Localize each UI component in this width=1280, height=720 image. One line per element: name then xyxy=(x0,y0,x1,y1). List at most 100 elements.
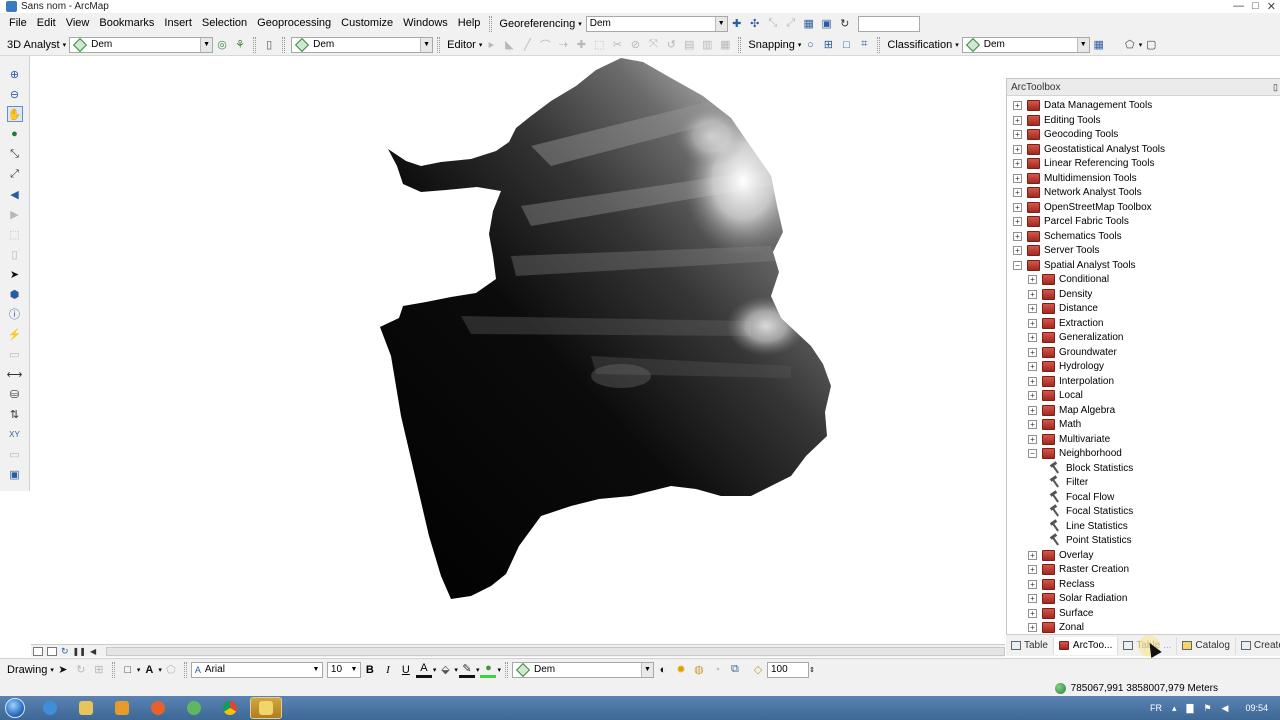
line-color-icon[interactable]: ✎ xyxy=(458,662,475,678)
menu-insert[interactable]: Insert xyxy=(159,13,197,34)
minimize-button[interactable]: — xyxy=(1233,0,1244,13)
identify-icon[interactable]: ⬢ xyxy=(7,286,23,302)
font-size-combo[interactable]: 10 ▼ xyxy=(326,661,361,678)
menu-geoprocessing[interactable]: Geoprocessing xyxy=(252,13,336,34)
rotate-tool-icon[interactable]: ↺ xyxy=(663,37,679,53)
dropdown-arrow-icon[interactable]: ▾ xyxy=(63,41,67,49)
full-extent-icon[interactable]: ● xyxy=(7,126,23,142)
toolbox-item[interactable]: + Multidimension Tools xyxy=(1013,171,1137,185)
scale-icon[interactable]: ⤢ xyxy=(783,16,799,32)
toolbox-item[interactable]: + Schematics Tools xyxy=(1013,229,1122,243)
dropdown-arrow-icon[interactable]: ▾ xyxy=(1139,41,1143,49)
tool-item[interactable]: Filter xyxy=(1043,475,1088,489)
tab-catalog[interactable]: Catalog xyxy=(1177,636,1236,655)
dropdown-arrow-icon[interactable]: ▾ xyxy=(578,20,582,28)
georeferencing-menu[interactable]: Georeferencing xyxy=(496,18,578,30)
expand-icon[interactable]: + xyxy=(1013,245,1022,255)
find-route-icon[interactable]: ⇅ xyxy=(7,406,23,422)
trace-icon[interactable]: ⇢ xyxy=(555,37,571,53)
expand-icon[interactable]: + xyxy=(1028,332,1037,342)
close-button[interactable]: ✕ xyxy=(1267,0,1276,13)
steepest-path-icon[interactable]: ⚘ xyxy=(232,37,248,53)
collapse-icon[interactable]: − xyxy=(1028,448,1037,458)
chevron-down-icon[interactable]: ▼ xyxy=(347,662,360,677)
chevron-down-icon[interactable]: ▼ xyxy=(1076,37,1089,52)
toolset-item[interactable]: + Local xyxy=(1028,388,1083,402)
dropdown-arrow-icon[interactable]: ▾ xyxy=(433,666,437,674)
expand-icon[interactable]: + xyxy=(1013,216,1022,226)
tool-item[interactable]: Point Statistics xyxy=(1043,533,1132,547)
add-control-points-icon[interactable]: ✚ xyxy=(729,16,745,32)
toolset-item[interactable]: + Density xyxy=(1028,287,1092,301)
vertex-snapping-icon[interactable]: □ xyxy=(838,37,854,53)
expand-icon[interactable]: + xyxy=(1013,202,1022,212)
layer-combo-2[interactable]: Dem ▼ xyxy=(291,36,434,53)
toolset-item[interactable]: + Math xyxy=(1028,417,1081,431)
clear-selection-icon[interactable]: ▯ xyxy=(7,246,23,262)
font-color-icon[interactable]: A xyxy=(415,662,432,678)
toolbox-item[interactable]: + Geostatistical Analyst Tools xyxy=(1013,142,1165,156)
zoom-in-icon[interactable]: ⊕ xyxy=(7,66,23,82)
expand-icon[interactable]: + xyxy=(1013,115,1022,125)
rotate-element-icon[interactable]: ↻ xyxy=(73,662,89,678)
reshape-icon[interactable]: ✂ xyxy=(609,37,625,53)
move-control-points-icon[interactable]: ✣ xyxy=(747,16,763,32)
taskbar-chrome[interactable] xyxy=(214,697,246,719)
expand-icon[interactable]: + xyxy=(1028,390,1037,400)
expand-icon[interactable]: + xyxy=(1013,100,1022,110)
toolbar-grip[interactable] xyxy=(437,36,441,53)
end-snapping-icon[interactable]: ⊞ xyxy=(820,37,836,53)
toolset-item[interactable]: + Map Algebra xyxy=(1028,403,1115,417)
expand-icon[interactable]: + xyxy=(1028,608,1037,618)
edit-vertices-icon[interactable]: ⬠ xyxy=(163,662,179,678)
attributes-icon[interactable]: ▤ xyxy=(681,37,697,53)
select-elements-icon[interactable]: ➤ xyxy=(55,662,71,678)
expand-icon[interactable]: + xyxy=(1028,564,1037,574)
taskbar-firefox[interactable] xyxy=(142,697,174,719)
tool-item[interactable]: Line Statistics xyxy=(1043,519,1128,533)
split-icon[interactable]: ⤧ xyxy=(645,37,661,53)
dropdown-arrow-icon[interactable]: ▾ xyxy=(955,41,959,49)
html-popup-icon[interactable]: ▭ xyxy=(7,346,23,362)
language-indicator[interactable]: FR xyxy=(1150,703,1162,713)
go-to-xy-icon[interactable]: XY xyxy=(7,426,23,442)
more-icon[interactable]: ▢ xyxy=(1143,37,1159,53)
toolset-item[interactable]: + Interpolation xyxy=(1028,374,1114,388)
font-combo[interactable]: A Arial ▼ xyxy=(190,661,323,678)
expand-icon[interactable]: + xyxy=(1013,231,1022,241)
collapse-icon[interactable]: − xyxy=(1013,260,1022,270)
menu-customize[interactable]: Customize xyxy=(336,13,398,34)
spinner-icon[interactable]: ⇕ xyxy=(809,666,815,674)
expand-icon[interactable]: + xyxy=(1028,361,1037,371)
expand-icon[interactable]: + xyxy=(1028,550,1037,560)
bold-icon[interactable]: B xyxy=(362,662,378,678)
info-icon[interactable]: ⓘ xyxy=(7,306,23,322)
edit-tool-icon[interactable]: ▸ xyxy=(483,37,499,53)
hyperlink-icon[interactable]: ⚡ xyxy=(7,326,23,342)
zoom-out-icon[interactable]: ⊖ xyxy=(7,86,23,102)
tool-item[interactable]: Focal Statistics xyxy=(1043,504,1133,518)
pan-icon[interactable]: ✋ xyxy=(6,106,23,122)
rotate-icon[interactable]: ⤡ xyxy=(765,16,781,32)
toolbox-item[interactable]: + Editing Tools xyxy=(1013,113,1101,127)
dropdown-arrow-icon[interactable]: ▾ xyxy=(497,666,501,674)
menu-file[interactable]: File xyxy=(4,13,32,34)
dropdown-arrow-icon[interactable]: ▾ xyxy=(158,666,162,674)
new-document-icon[interactable]: ▯ xyxy=(261,37,277,53)
draw-polygon-icon[interactable]: ⬠ xyxy=(1122,37,1138,53)
expand-icon[interactable]: + xyxy=(1013,129,1022,139)
taskbar-media[interactable] xyxy=(106,697,138,719)
expand-icon[interactable]: + xyxy=(1028,622,1037,632)
classification-menu[interactable]: Classification xyxy=(884,39,955,51)
toolbox-item[interactable]: − Spatial Analyst Tools xyxy=(1013,258,1136,272)
start-button[interactable] xyxy=(0,696,30,720)
transparency-value-input[interactable]: 100 xyxy=(766,661,809,678)
menu-help[interactable]: Help xyxy=(453,13,486,34)
toolbar-grip[interactable] xyxy=(282,36,286,53)
expand-icon[interactable]: + xyxy=(1013,187,1022,197)
toolset-item[interactable]: + Extraction xyxy=(1028,316,1103,330)
expand-icon[interactable]: + xyxy=(1013,158,1022,168)
toolset-item[interactable]: + Zonal xyxy=(1028,620,1084,634)
toolbar-grip[interactable] xyxy=(111,661,115,678)
back-icon[interactable]: ◀ xyxy=(7,186,23,202)
